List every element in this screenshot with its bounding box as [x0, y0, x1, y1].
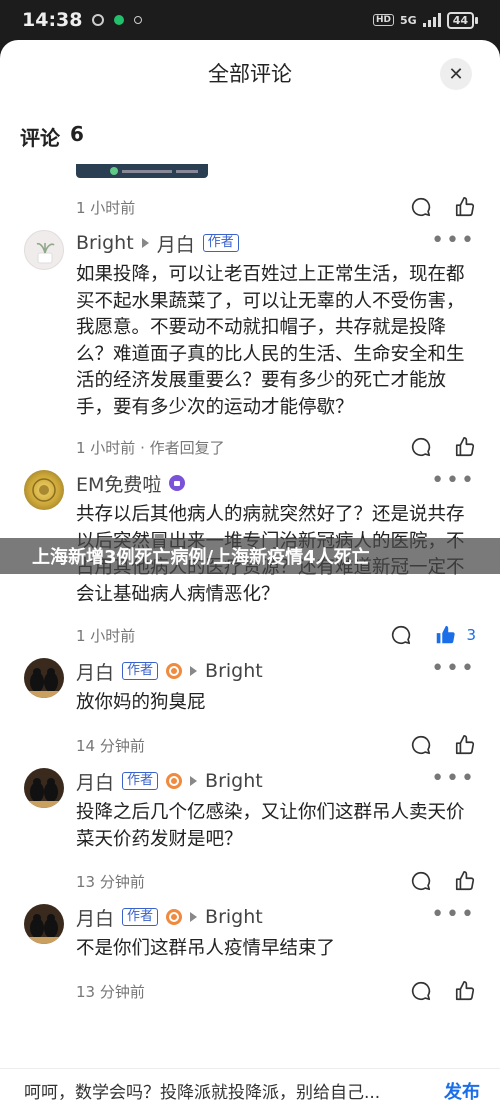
like-count: 3 [466, 626, 476, 644]
status-time: 14:38 [22, 9, 83, 31]
comment-text[interactable]: 放你妈的狗臭屁 [76, 690, 476, 717]
like-icon[interactable] [454, 436, 476, 458]
like-icon[interactable] [454, 870, 476, 892]
reply-icon[interactable] [410, 870, 432, 892]
avatar[interactable] [24, 470, 64, 510]
user-level-badge-icon [166, 773, 183, 789]
reply-icon[interactable] [410, 436, 432, 458]
comment-time: 13 分钟前 [76, 982, 145, 1001]
avatar[interactable] [24, 658, 64, 698]
commenter-name[interactable]: Bright [76, 232, 134, 254]
comment-meta-row: 13 分钟前 [76, 976, 476, 1006]
user-level-badge-icon [169, 475, 186, 491]
comment-count: 评论 6 [20, 122, 84, 151]
comment-item: 月白 作者 Bright ••• 投降之后几个亿感染，又让你们这群吊人卖天价菜天… [0, 766, 500, 906]
avatar[interactable] [24, 768, 64, 808]
reply-arrow-icon [190, 666, 198, 676]
more-options-icon[interactable]: ••• [431, 904, 476, 926]
battery-level: 44 [446, 11, 474, 29]
author-tag: 作者 [122, 908, 159, 926]
publish-button[interactable]: 发布 [444, 1078, 480, 1104]
commenter-name[interactable]: EM免费啦 [76, 470, 161, 497]
comment-item: 月白 作者 Bright ••• 放你妈的狗臭屁 14 分钟前 [0, 656, 500, 776]
comment-text[interactable]: 投降之后几个亿感染，又让你们这群吊人卖天价菜天价药发财是吧？ [76, 800, 476, 853]
wechat-notification-icon [114, 15, 125, 25]
more-options-icon[interactable]: ••• [431, 470, 476, 492]
like-icon[interactable] [454, 196, 476, 218]
comment-time: 13 分钟前 [76, 872, 145, 891]
close-icon: ✕ [448, 63, 464, 85]
sheet-title: 全部评论 [208, 62, 292, 86]
liked-icon[interactable] [434, 624, 456, 646]
commenter-name[interactable]: 月白 [76, 904, 114, 931]
comment-time: 1 小时前 · 作者回复了 [76, 438, 225, 457]
commenter-name[interactable]: 月白 [76, 768, 114, 795]
status-bar: 14:38 HD 5G 44 [0, 0, 500, 40]
comment-text[interactable]: 如果投降，可以让老百姓过上正常生活，现在都买不起水果蔬菜了，可以让无辜的人不受伤… [76, 262, 476, 421]
comment-time: 14 分钟前 [76, 736, 145, 755]
watermark-banner: 上海新增3例死亡病例/上海新疫情4人死亡 [0, 538, 500, 574]
reply-bar: 呵呵，数学会吗？投降派就投降派，别给自己... 发布 [0, 1070, 500, 1111]
sheet-header: 全部评论 ✕ [0, 40, 500, 106]
reply-icon[interactable] [410, 734, 432, 756]
comment-image-thumbnail[interactable] [76, 164, 208, 178]
user-level-badge-icon [166, 663, 183, 679]
author-tag: 作者 [122, 772, 159, 790]
close-button[interactable]: ✕ [440, 58, 472, 90]
author-tag: 作者 [122, 662, 159, 680]
comment-meta-row: 1 小时前 3 [76, 620, 476, 650]
reply-icon[interactable] [410, 196, 432, 218]
comment-meta-row: 13 分钟前 [76, 866, 476, 896]
author-tag: 作者 [202, 234, 239, 252]
divider [0, 1068, 500, 1069]
more-options-icon[interactable]: ••• [431, 658, 476, 680]
more-options-icon[interactable]: ••• [431, 768, 476, 790]
signal-icon [422, 13, 441, 27]
user-level-badge-icon [166, 909, 183, 925]
more-options-icon[interactable]: ••• [431, 230, 476, 252]
network-type: 5G [400, 13, 417, 27]
like-icon[interactable] [454, 980, 476, 1002]
battery-icon: 44 [446, 11, 478, 29]
commenter-name[interactable]: 月白 [76, 658, 114, 685]
avatar[interactable] [24, 230, 64, 270]
avatar[interactable] [24, 904, 64, 944]
comment-item: Bright 月白 作者 ••• 如果投降，可以让老百姓过上正常生活，现在都买不… [0, 228, 500, 480]
comment-meta-row: 1 小时前 [76, 192, 476, 222]
reply-icon[interactable] [390, 624, 412, 646]
comments-sheet: 全部评论 ✕ 评论 6 1 小时前 Bright 月白 作者 ••• 如果投降，… [0, 40, 500, 1111]
reply-arrow-icon [141, 238, 149, 248]
reply-icon[interactable] [410, 980, 432, 1002]
comment-meta-row: 14 分钟前 [76, 730, 476, 760]
like-icon[interactable] [454, 734, 476, 756]
alarm-icon [92, 14, 105, 26]
comment-count-value: 6 [70, 122, 84, 146]
notification-icon [134, 16, 143, 24]
comment-text[interactable]: 不是你们这群吊人疫情早结束了 [76, 936, 476, 963]
comment-time: 1 小时前 [76, 626, 136, 645]
reply-arrow-icon [190, 912, 198, 922]
reply-to-name[interactable]: Bright [205, 660, 263, 682]
comment-item: 月白 作者 Bright ••• 不是你们这群吊人疫情早结束了 13 分钟前 [0, 902, 500, 1022]
reply-to-name[interactable]: Bright [205, 770, 263, 792]
comment-meta-row: 1 小时前 · 作者回复了 [76, 432, 476, 462]
comment-count-label: 评论 [20, 126, 60, 150]
reply-arrow-icon [190, 776, 198, 786]
reply-to-name[interactable]: 月白 [157, 230, 195, 257]
reply-input[interactable]: 呵呵，数学会吗？投降派就投降派，别给自己... [24, 1078, 380, 1103]
reply-to-name[interactable]: Bright [205, 906, 263, 928]
hd-icon: HD [372, 14, 394, 26]
comment-time: 1 小时前 [76, 198, 136, 217]
